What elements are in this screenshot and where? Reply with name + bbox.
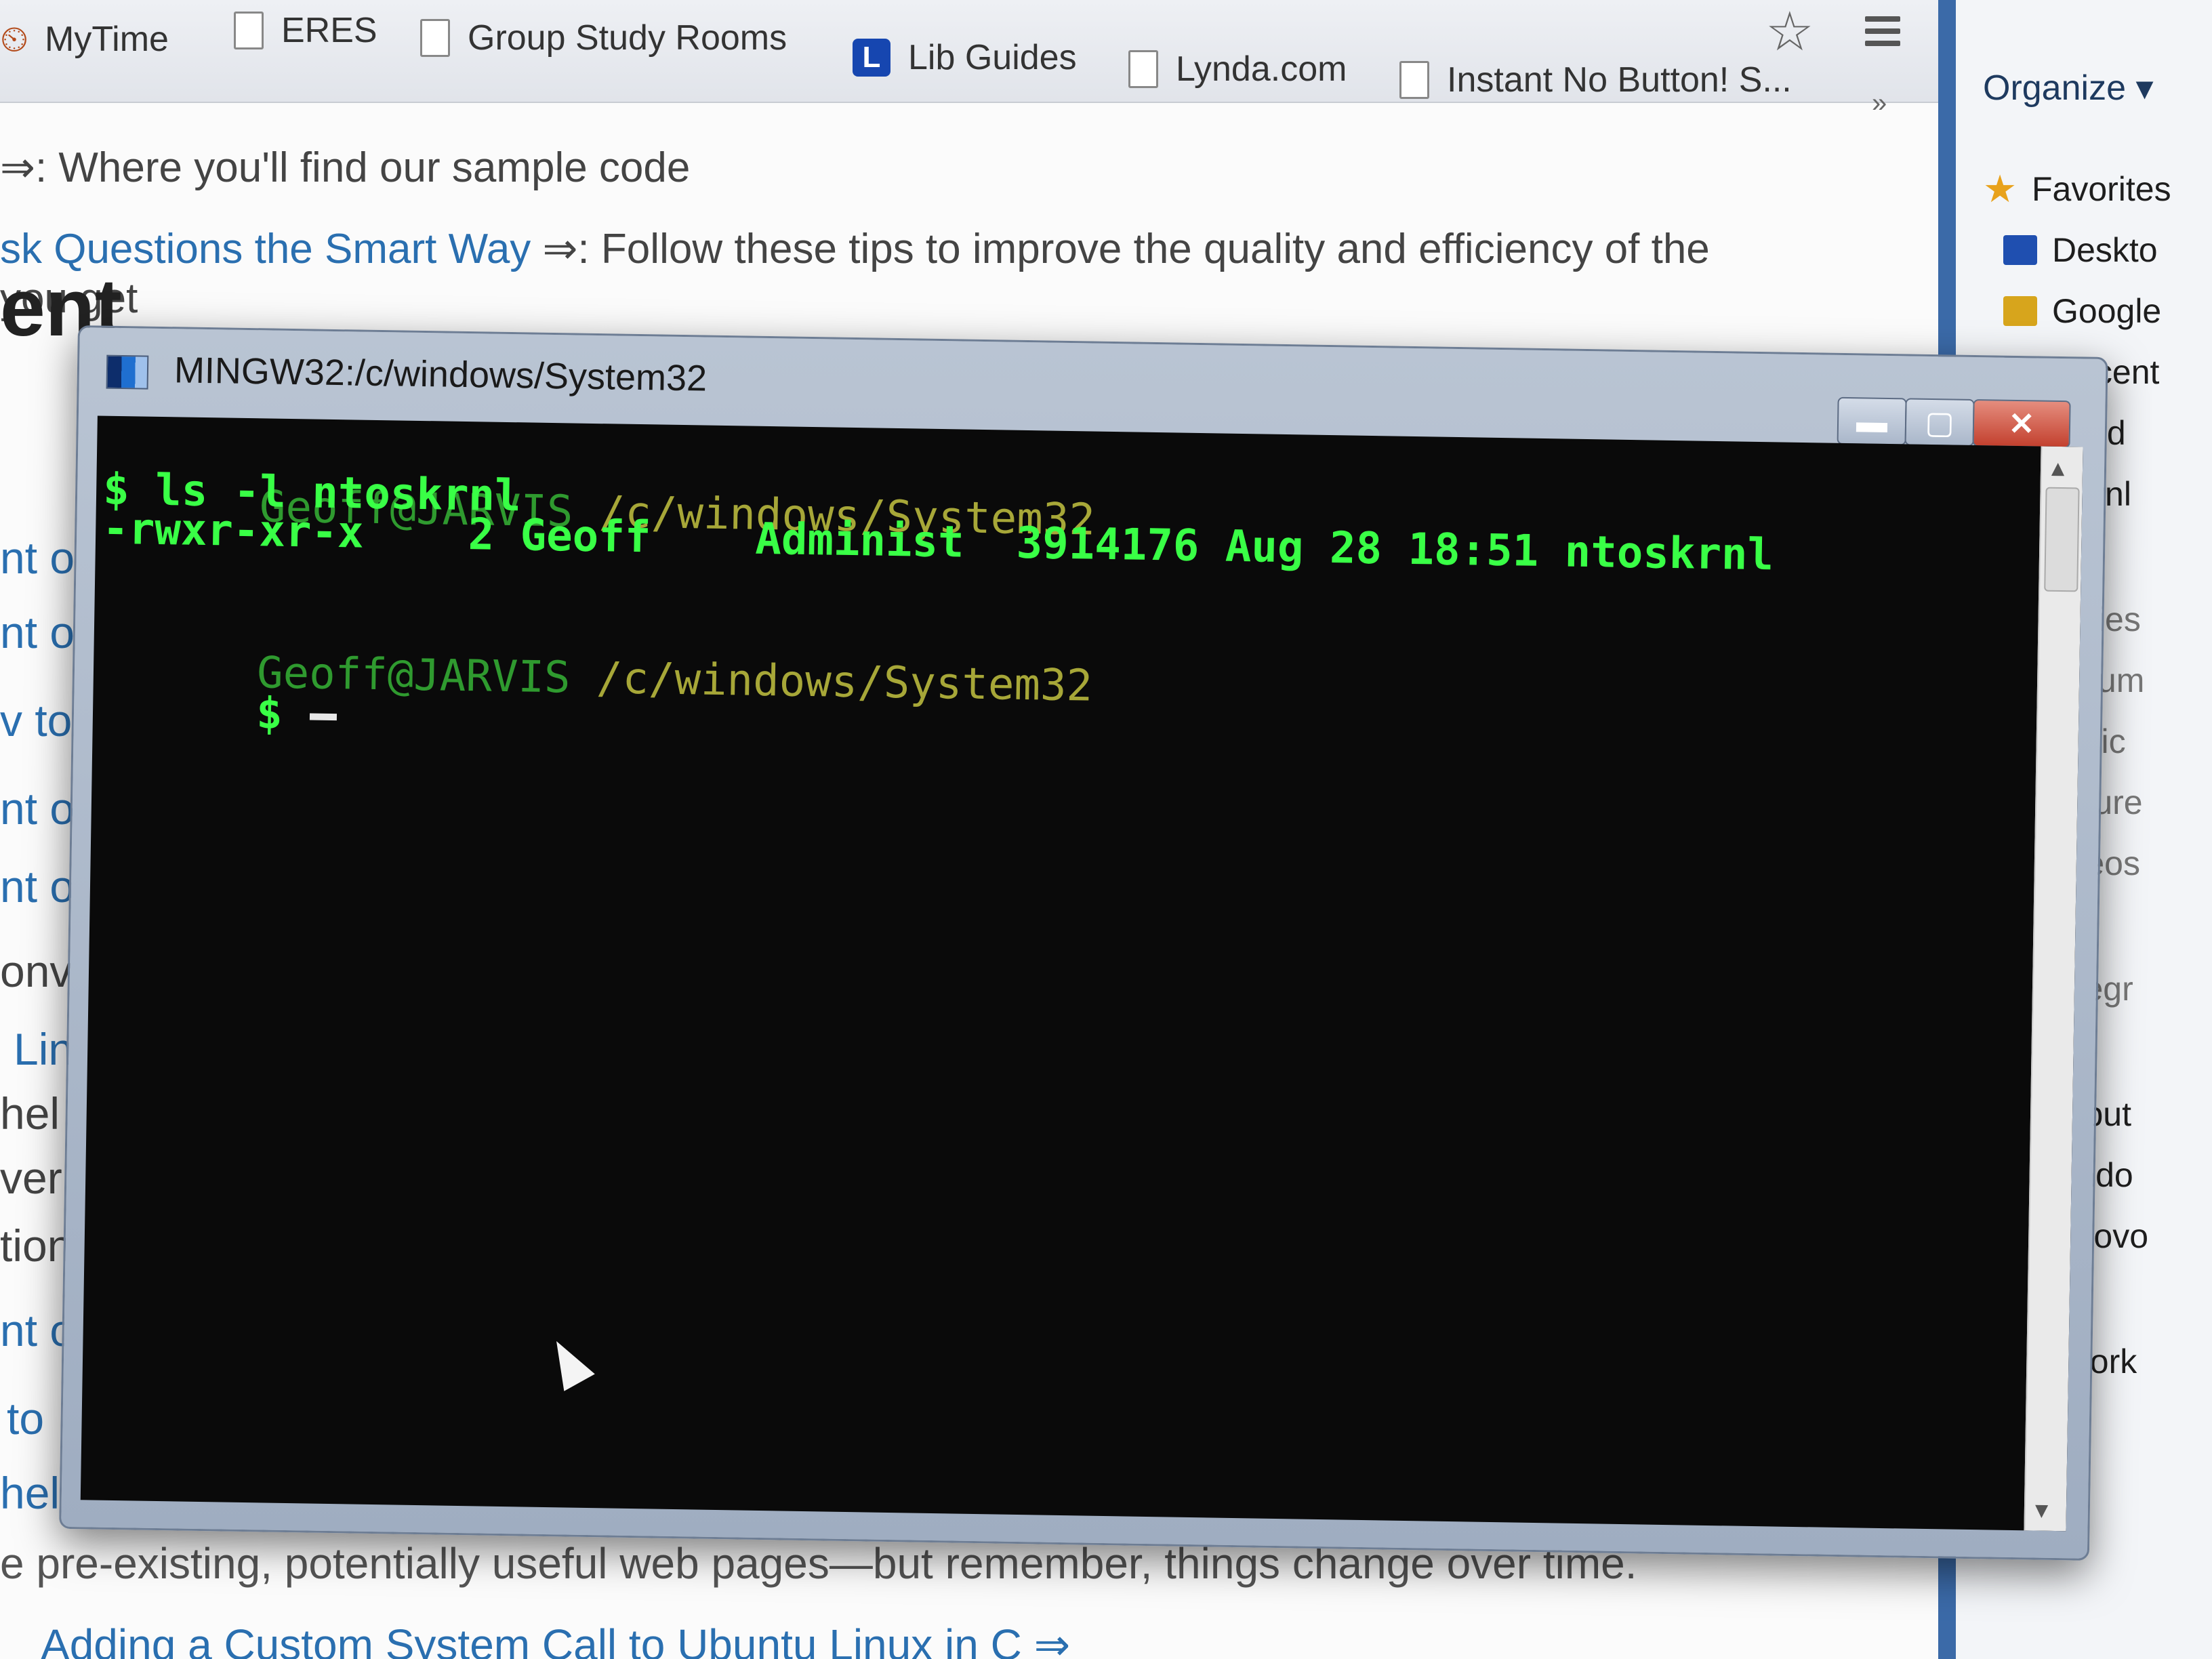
desktop-icon: [2003, 235, 2037, 265]
window-title: MINGW32:/c/windows/System32: [173, 350, 708, 399]
scroll-down-arrow-icon[interactable]: ▼: [2035, 1497, 2049, 1523]
list-item[interactable]: nt o: [0, 783, 75, 834]
prompt-path: /c/windows/System32: [596, 653, 1093, 712]
star-icon[interactable]: ☆: [1765, 0, 1814, 63]
list-item[interactable]: v to: [0, 695, 72, 746]
organize-button[interactable]: Organize ▾: [1983, 68, 2154, 108]
list-item: onv: [0, 946, 73, 996]
bookmark-instant-no-button[interactable]: Instant No Button! S...: [1399, 53, 1792, 107]
custom-system-call-link[interactable]: Adding a Custom System Call to Ubuntu Li…: [41, 1620, 1070, 1659]
page-icon: [1128, 50, 1158, 88]
bookmark-lib-guides[interactable]: L Lib Guides: [853, 30, 1077, 85]
list-item: hel: [0, 1088, 60, 1139]
terminal-app-icon: [106, 354, 149, 390]
scroll-up-arrow-icon[interactable]: ▲: [2051, 455, 2065, 480]
page-icon: [1399, 61, 1429, 99]
terminal-input-line[interactable]: $: [98, 636, 337, 790]
page-icon: [420, 19, 450, 57]
bookmark-label: MyTime: [45, 20, 169, 59]
list-item[interactable]: Lin: [14, 1023, 73, 1075]
google-drive-icon: [2003, 296, 2037, 326]
vertical-scrollbar[interactable]: ▲ ▼: [2024, 446, 2083, 1532]
nav-item-desktop[interactable]: Deskto: [2003, 230, 2158, 270]
list-item[interactable]: nt o: [0, 532, 75, 583]
menu-icon[interactable]: [1865, 9, 1900, 53]
close-button[interactable]: ✕: [1972, 398, 2071, 449]
nav-item-google-drive[interactable]: Google: [2003, 291, 2161, 331]
terminal-window: MINGW32:/c/windows/System32 ▬ ▢ ✕ Geoff@…: [59, 325, 2108, 1561]
bookmarks-bar: ⏲ MyTime ERES Group Study Rooms L Lib Gu…: [0, 0, 1938, 118]
terminal-screen[interactable]: Geoff@JARVIS /c/windows/System32 $ ls -l…: [80, 415, 2083, 1532]
nav-item-favorites[interactable]: ★ Favorites: [1983, 169, 2171, 209]
bookmark-eres[interactable]: ERES: [234, 3, 377, 58]
bookmark-label: Group Study Rooms: [468, 18, 787, 58]
clock-icon: ⏲: [0, 19, 29, 60]
maximize-button[interactable]: ▢: [1904, 398, 1975, 447]
prompt-char: $: [255, 689, 283, 739]
mouse-pointer-icon: [541, 1332, 595, 1391]
list-item[interactable]: hel: [0, 1467, 60, 1519]
list-item[interactable]: to: [7, 1393, 44, 1444]
list-item[interactable]: nt o: [0, 607, 75, 658]
bookmark-label: ERES: [281, 11, 377, 50]
sample-code-line: ⇒: Where you'll find our sample code: [0, 144, 691, 191]
minimize-button[interactable]: ▬: [1837, 396, 1907, 446]
link-arrow-icon: ⇒: [0, 144, 35, 191]
lib-guides-icon: L: [853, 39, 890, 77]
bookmark-label: Lynda.com: [1176, 49, 1347, 89]
list-item[interactable]: nt o: [0, 861, 75, 912]
list-item: ver: [0, 1153, 62, 1203]
bookmark-label: Instant No Button! S...: [1447, 60, 1792, 100]
smart-questions-line: sk Questions the Smart Way ⇒: Follow the…: [0, 226, 1710, 272]
bookmark-lynda[interactable]: Lynda.com: [1128, 42, 1347, 96]
star-icon: ★: [1983, 167, 2018, 210]
page-icon: [234, 12, 264, 49]
text-cursor: [309, 713, 337, 721]
list-item: tion: [0, 1221, 73, 1271]
bookmark-mytime[interactable]: ⏲ MyTime: [0, 12, 169, 66]
external-link-icon: ⇒: [542, 226, 578, 272]
bookmark-group-study-rooms[interactable]: Group Study Rooms: [420, 11, 787, 65]
bookmark-label: Lib Guides: [908, 38, 1077, 77]
scrollbar-thumb[interactable]: [2044, 487, 2080, 592]
bookmarks-overflow-button[interactable]: »: [1872, 88, 1887, 119]
